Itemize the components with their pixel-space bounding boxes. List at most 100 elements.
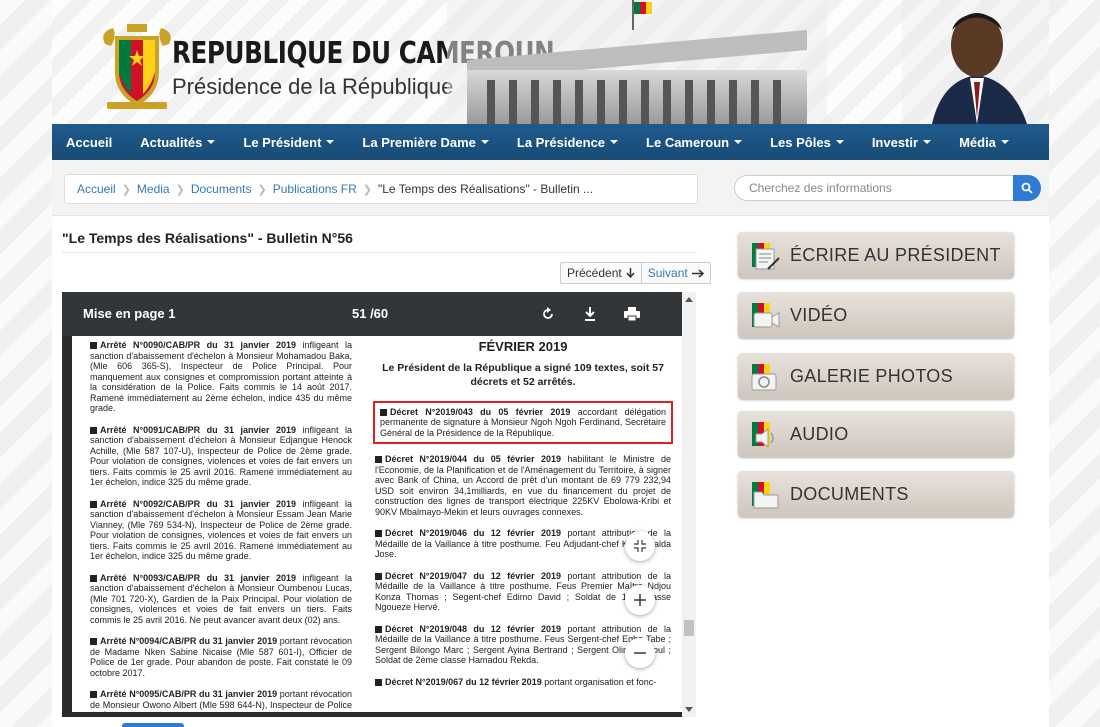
zoom-out-button[interactable]: [625, 638, 655, 668]
entry-title: Décret N°2019/048 du 12 février 2019: [385, 623, 561, 634]
zoom-in-button[interactable]: [625, 585, 655, 615]
caret-down-icon: [326, 140, 335, 144]
site-subtitle: Présidence de la République: [172, 74, 454, 99]
document-entry: Arrêté N°0091/CAB/PR du 31 janvier 2019 …: [90, 425, 352, 488]
presidential-palace-image: [447, 0, 827, 124]
nav-item-6[interactable]: Les Pôles: [756, 124, 858, 160]
nav-item-label: Actualités: [140, 134, 203, 150]
next-label: Suivant: [647, 266, 688, 280]
nav-item-5[interactable]: Le Cameroun: [632, 124, 756, 160]
title-divider: [62, 252, 697, 253]
search-icon: [1021, 182, 1033, 194]
arrow-down-icon: [626, 268, 635, 278]
nav-item-4[interactable]: La Présidence: [503, 124, 632, 160]
sidebar-button-2[interactable]: GALERIE PHOTOS: [738, 353, 1014, 399]
scroll-up-icon[interactable]: [685, 297, 693, 302]
entry-title: Arrêté N°0091/CAB/PR du 31 janvier 2019: [100, 424, 297, 435]
site-header: REPUBLIQUE DU CAMEROUN Présidence de la …: [52, 0, 1049, 124]
scroll-down-icon[interactable]: [685, 707, 693, 712]
entry-title: Arrêté N°0093/CAB/PR du 31 janvier 2019: [100, 572, 297, 583]
cameroon-coat-of-arms-icon[interactable]: [97, 22, 177, 112]
sidebar-button-label: AUDIO: [790, 424, 849, 444]
nav-item-2[interactable]: Le Président: [229, 124, 348, 160]
bullet-icon: [375, 625, 382, 633]
caret-down-icon: [610, 140, 619, 144]
entry-title: Décret N°2019/046 du 12 février 2019: [385, 528, 561, 538]
nav-item-3[interactable]: La Première Dame: [348, 124, 502, 160]
rotate-button[interactable]: [538, 304, 558, 324]
document-entry: Arrêté N°0094/CAB/PR du 31 janvier 2019 …: [90, 636, 352, 678]
entry-text: infligeant la sanction d'abaissement d'é…: [90, 340, 352, 413]
main-content: "Le Temps des Réalisations" - Bulletin N…: [52, 216, 1049, 727]
nav-item-label: La Première Dame: [362, 134, 476, 150]
bullet-icon: [90, 691, 97, 698]
nav-item-7[interactable]: Investir: [858, 124, 945, 160]
nav-item-1[interactable]: Actualités: [126, 124, 229, 160]
breadcrumb-link[interactable]: Accueil: [77, 182, 116, 196]
download-button[interactable]: [580, 304, 600, 324]
sidebar-button-label: VIDÉO: [790, 305, 848, 325]
sidebar-button-3[interactable]: AUDIO: [738, 411, 1014, 457]
entry-title: Décret N°2019/044 du 05 février 2019: [385, 454, 561, 464]
breadcrumb-bar: Accueil ❯ Media ❯ Documents ❯ Publications FR ❯…: [52, 160, 1049, 216]
pager: Précédent Suivant: [560, 262, 711, 284]
caret-down-icon: [835, 140, 844, 144]
nav-item-label: Média: [959, 134, 996, 150]
president-portrait-image: [902, 0, 1049, 124]
highlighted-decree: Décret N°2019/043 du 05 février 2019 acc…: [373, 400, 673, 444]
bullet-icon: [375, 456, 382, 463]
page-title: "Le Temps des Réalisations" - Bulletin N…: [62, 230, 353, 246]
video-camera-icon: [752, 303, 780, 328]
nav-item-label: Les Pôles: [770, 134, 831, 150]
print-button[interactable]: [622, 304, 642, 324]
next-button[interactable]: Suivant: [641, 262, 711, 284]
sidebar-button-1[interactable]: VIDÉO: [738, 292, 1014, 338]
chevron-right-icon: ❯: [175, 183, 185, 196]
sidebar-button-label: ÉCRIRE AU PRÉSIDENT: [790, 245, 1001, 265]
breadcrumb-link[interactable]: Media: [137, 182, 170, 196]
document-entry: Arrêté N°0092/CAB/PR du 31 janvier 2019 …: [90, 499, 352, 562]
minus-icon: [634, 652, 646, 654]
arrow-right-icon: [691, 268, 704, 278]
document-entry: Décret N°2019/067 du 12 février 2019 por…: [375, 677, 671, 688]
rotate-icon: [543, 307, 553, 319]
entry-title: Arrêté N°0094/CAB/PR du 31 janvier 2019: [100, 636, 278, 646]
pdf-scrollbar[interactable]: [682, 292, 696, 717]
photo-camera-icon: [751, 364, 777, 391]
sidebar-button-label: DOCUMENTS: [790, 484, 909, 504]
sidebar-button-0[interactable]: ÉCRIRE AU PRÉSIDENT: [738, 232, 1014, 278]
plus-icon: [634, 594, 646, 606]
main-navigation: Accueil Actualités Le Président La Première…: [52, 124, 1049, 160]
chevron-right-icon: ❯: [257, 183, 267, 196]
search-input[interactable]: [734, 175, 1013, 201]
nav-item-label: Le Cameroun: [646, 134, 730, 150]
bullet-icon: [90, 638, 97, 645]
fit-page-button[interactable]: [625, 531, 655, 561]
previous-label: Précédent: [567, 266, 622, 280]
entry-title: Arrêté N°0092/CAB/PR du 31 janvier 2019: [100, 498, 297, 509]
caret-down-icon: [480, 140, 489, 144]
bullet-icon: [375, 678, 382, 686]
caret-down-icon: [923, 140, 932, 144]
entry-title: Arrêté N°0095/CAB/PR du 31 janvier 2019: [100, 689, 278, 699]
footer-tab[interactable]: [122, 723, 184, 727]
fit-to-page-icon: [634, 540, 646, 552]
sidebar-button-4[interactable]: DOCUMENTS: [738, 471, 1014, 517]
previous-button[interactable]: Précédent: [560, 262, 642, 284]
nav-item-0[interactable]: Accueil: [52, 124, 126, 160]
scroll-thumb[interactable]: [684, 620, 694, 636]
nav-item-8[interactable]: Média: [945, 124, 1023, 160]
breadcrumb-link[interactable]: Publications FR: [273, 182, 357, 196]
bullet-icon: [375, 572, 382, 580]
pdf-page-indicator: 51 /60: [352, 306, 389, 321]
month-heading: FÉVRIER 2019: [478, 339, 568, 354]
breadcrumb-current: "Le Temps des Réalisations" - Bulletin .…: [378, 182, 594, 196]
bullet-icon: [90, 574, 97, 582]
pdf-page-content: Arrêté N°0090/CAB/PR du 31 janvier 2019 …: [72, 336, 682, 712]
search-button[interactable]: [1013, 175, 1041, 201]
caret-down-icon: [734, 140, 743, 144]
breadcrumb-link[interactable]: Documents: [191, 182, 252, 196]
printer-icon: [624, 307, 640, 321]
download-icon: [585, 307, 595, 321]
document-entry: Décret N°2019/044 du 05 février 2019 hab…: [375, 454, 671, 517]
